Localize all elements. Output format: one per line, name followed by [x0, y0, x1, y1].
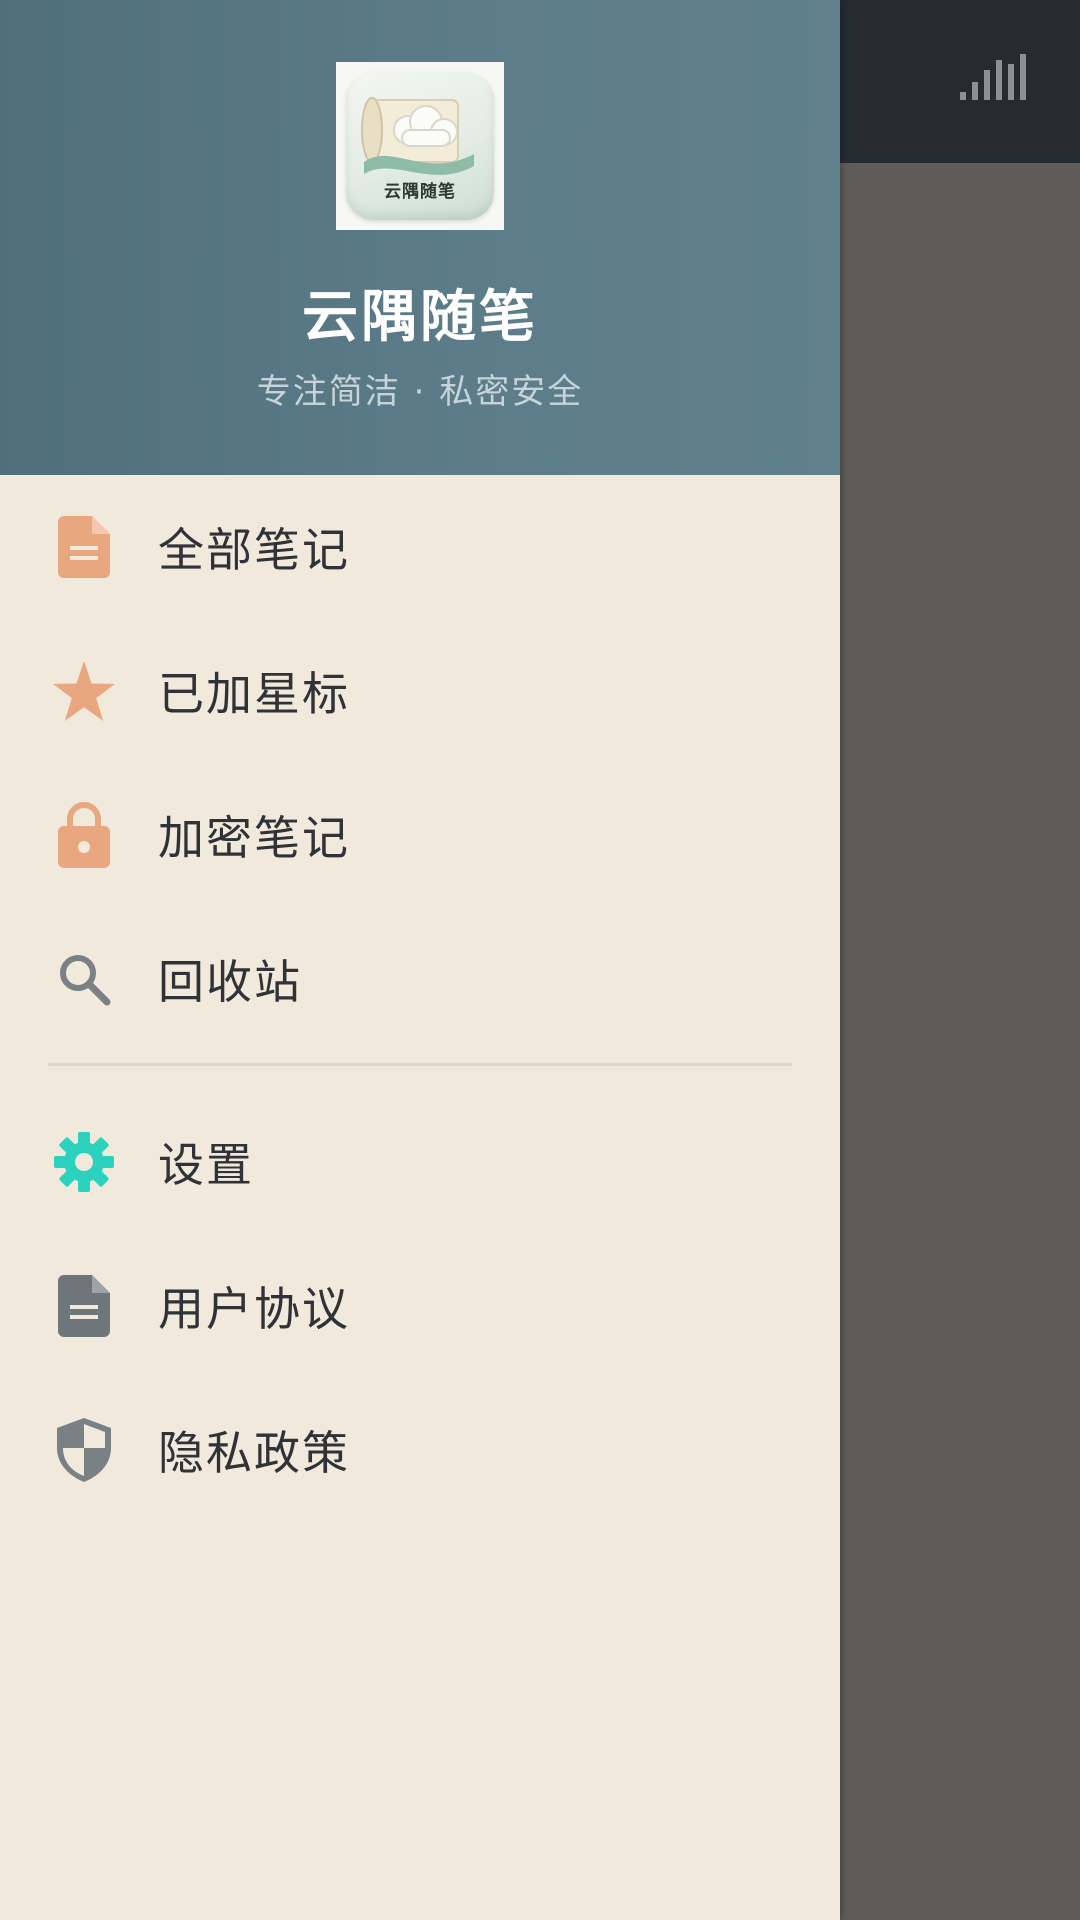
menu-label-settings: 设置 [158, 1138, 254, 1192]
menu-label-encrypted-notes: 加密笔记 [158, 811, 350, 865]
menu-item-privacy-policy[interactable]: 隐私政策 [0, 1378, 840, 1522]
star-icon [52, 659, 116, 723]
search-icon [52, 947, 116, 1011]
app-logo-image: 云隅随笔 [346, 72, 494, 220]
menu-label-privacy-policy: 隐私政策 [158, 1426, 350, 1480]
menu-item-trash[interactable]: 回收站 [0, 907, 840, 1051]
menu-item-starred[interactable]: 已加星标 [0, 619, 840, 763]
navigation-drawer: 云隅随笔 云隅随笔 专注简洁 · 私密安全 全部笔记 已加星标 加密笔记 回收站… [0, 0, 840, 1920]
menu-item-settings[interactable]: 设置 [0, 1090, 840, 1234]
lock-icon [52, 802, 116, 868]
document-icon [52, 1274, 116, 1338]
app-title: 云隅随笔 [302, 285, 538, 350]
app-subtitle: 专注简洁 · 私密安全 [256, 372, 584, 412]
menu-divider [48, 1063, 792, 1066]
drawer-menu: 全部笔记 已加星标 加密笔记 回收站 设置 用户协议 隐私政策 [0, 475, 840, 1522]
menu-label-trash: 回收站 [158, 955, 302, 1009]
gear-icon [52, 1130, 116, 1194]
menu-label-user-agreement: 用户协议 [158, 1282, 350, 1336]
logo-text: 云隅随笔 [384, 182, 456, 202]
shield-icon [52, 1418, 116, 1482]
screen: 云隅随笔 云隅随笔 专注简洁 · 私密安全 全部笔记 已加星标 加密笔记 回收站… [0, 0, 1080, 1920]
menu-item-encrypted-notes[interactable]: 加密笔记 [0, 763, 840, 907]
signal-strength-icon [960, 54, 1026, 100]
app-logo: 云隅随笔 [336, 62, 504, 230]
menu-item-all-notes[interactable]: 全部笔记 [0, 475, 840, 619]
menu-label-all-notes: 全部笔记 [158, 523, 350, 577]
drawer-header: 云隅随笔 云隅随笔 专注简洁 · 私密安全 [0, 0, 840, 475]
menu-label-starred: 已加星标 [158, 667, 350, 721]
document-icon [52, 515, 116, 579]
menu-item-user-agreement[interactable]: 用户协议 [0, 1234, 840, 1378]
